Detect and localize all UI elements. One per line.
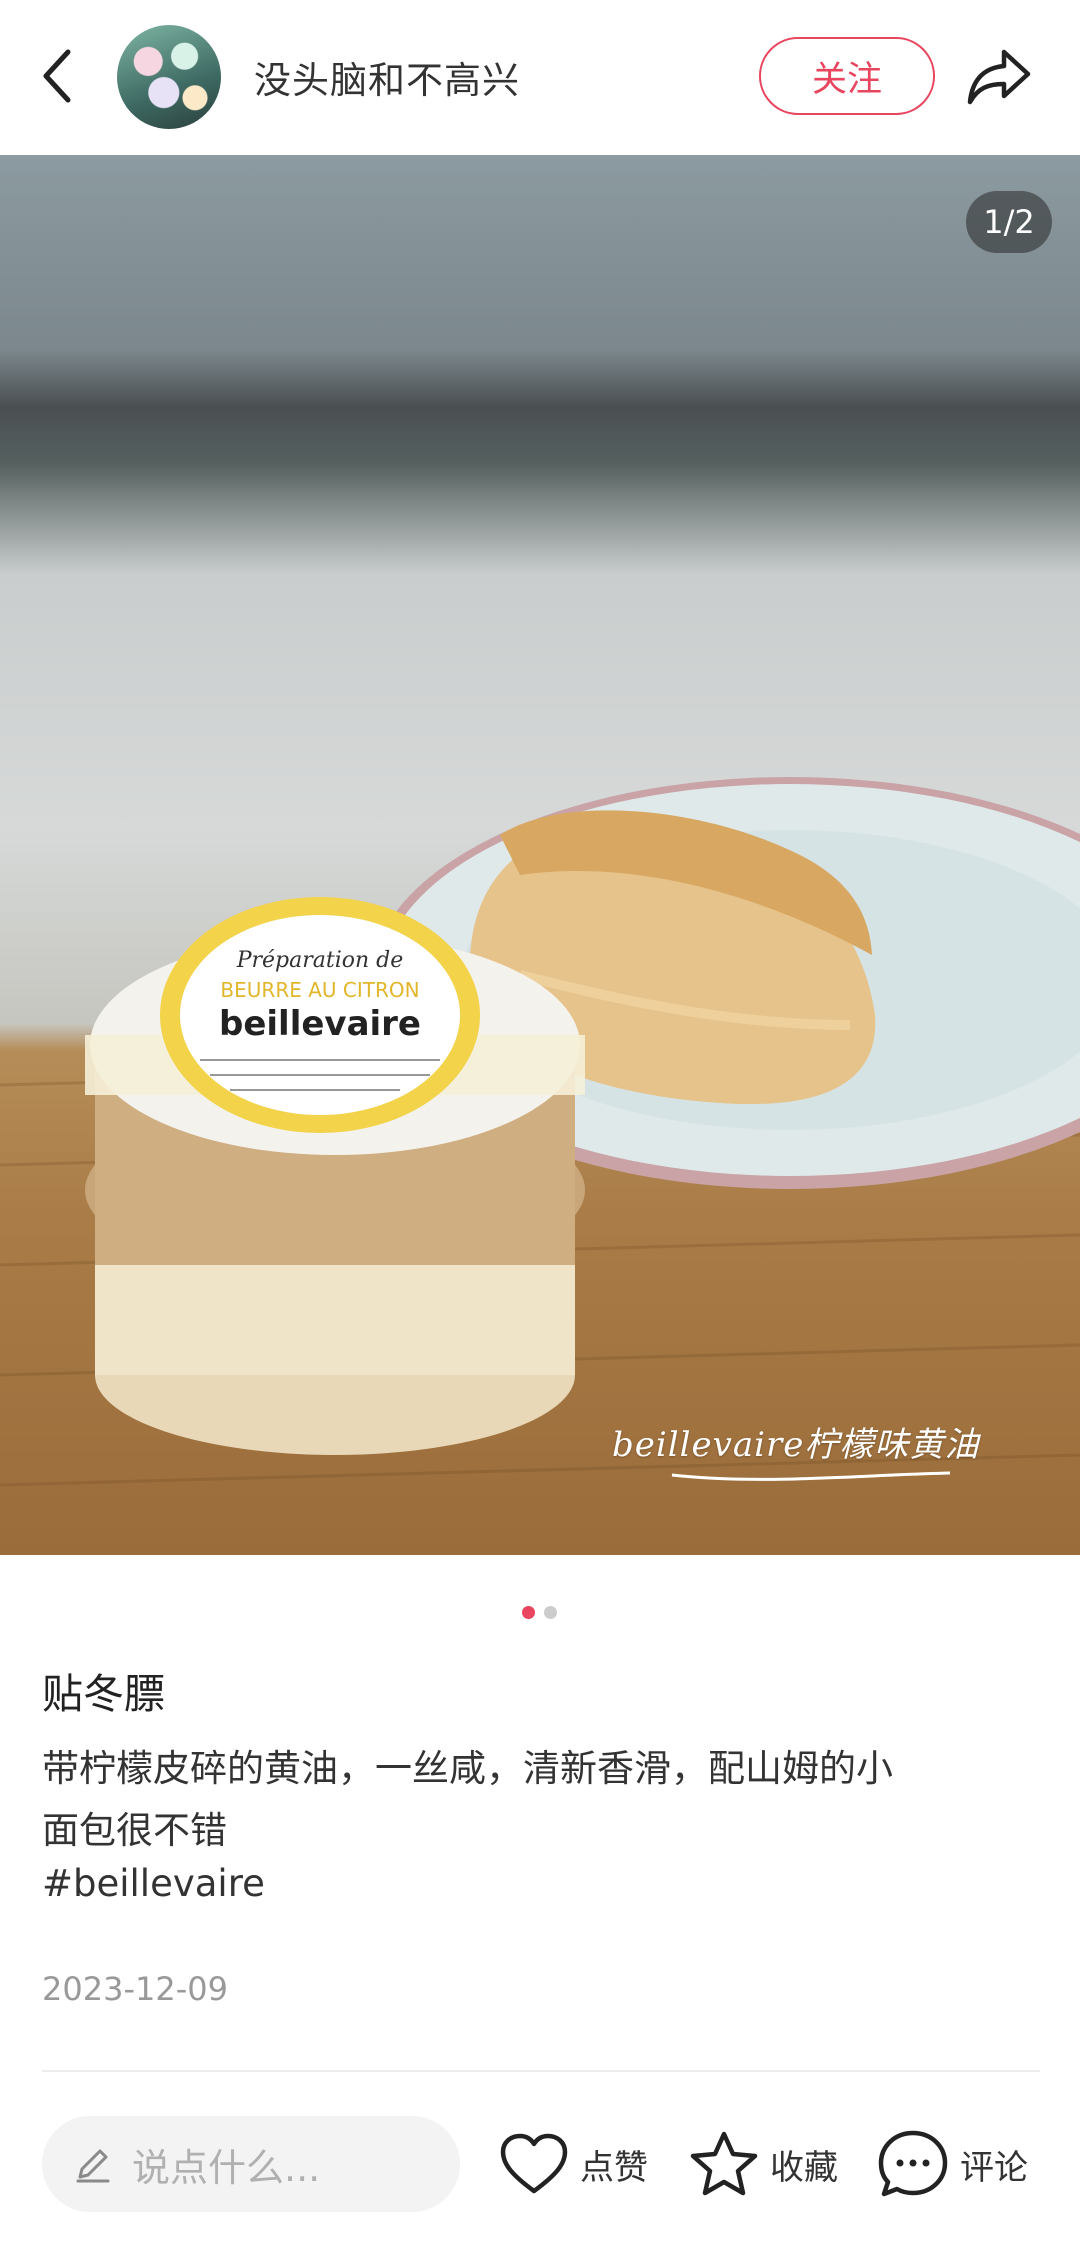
comment-label: 评论 — [960, 2147, 1028, 2188]
author-name[interactable]: 没头脑和不高兴 — [254, 50, 520, 104]
image-counter: 1/2 — [966, 191, 1052, 253]
like-button[interactable]: 点赞 — [498, 2124, 648, 2204]
top-bar: 没头脑和不高兴 关注 — [0, 0, 1080, 155]
post-title: 贴冬膘 — [42, 1670, 165, 1718]
pager-dot-active — [522, 1606, 535, 1619]
collect-label: 收藏 — [770, 2147, 838, 2188]
package-label-line1: Préparation de — [236, 948, 404, 973]
post-body-line: 带柠檬皮碎的黄油，一丝咸，清新香滑，配山姆的小 — [42, 1747, 893, 1790]
package-brand: beillevaire — [219, 1004, 421, 1044]
comment-input[interactable]: 说点什么... — [42, 2116, 460, 2212]
comment-input-placeholder: 说点什么... — [132, 2145, 321, 2190]
avatar[interactable] — [117, 25, 221, 129]
post-date: 2023-12-09 — [42, 1970, 228, 2008]
heart-icon — [500, 2133, 568, 2194]
hashtag-link[interactable]: #beillevaire — [42, 1862, 265, 1905]
product-photo-illustration: Préparation de BEURRE AU CITRON beilleva… — [0, 777, 1080, 1487]
follow-button[interactable]: 关注 — [759, 37, 935, 115]
image-pager — [522, 1606, 562, 1620]
divider — [42, 2070, 1040, 2072]
pencil-icon — [76, 2149, 110, 2183]
share-icon[interactable] — [964, 44, 1034, 108]
pager-dot — [544, 1606, 557, 1619]
package-label-line2: BEURRE AU CITRON — [220, 978, 419, 1002]
like-label: 点赞 — [580, 2147, 648, 2188]
comment-bubble-icon — [878, 2130, 948, 2197]
post-image[interactable]: Préparation de BEURRE AU CITRON beilleva… — [0, 155, 1080, 1555]
image-caption: beillevaire柠檬味黄油 — [612, 1425, 980, 1465]
collect-button[interactable]: 收藏 — [688, 2124, 838, 2204]
post-body: 带柠檬皮碎的黄油，一丝咸，清新香滑，配山姆的小 面包很不错 — [42, 1738, 1042, 1862]
bottom-action-bar: 说点什么... 点赞 收藏 评论 — [0, 2080, 1080, 2258]
comment-button[interactable]: 评论 — [876, 2124, 1028, 2204]
back-arrow-icon[interactable] — [38, 44, 78, 108]
post-body-line: 面包很不错 — [42, 1809, 227, 1852]
star-icon — [690, 2131, 758, 2196]
